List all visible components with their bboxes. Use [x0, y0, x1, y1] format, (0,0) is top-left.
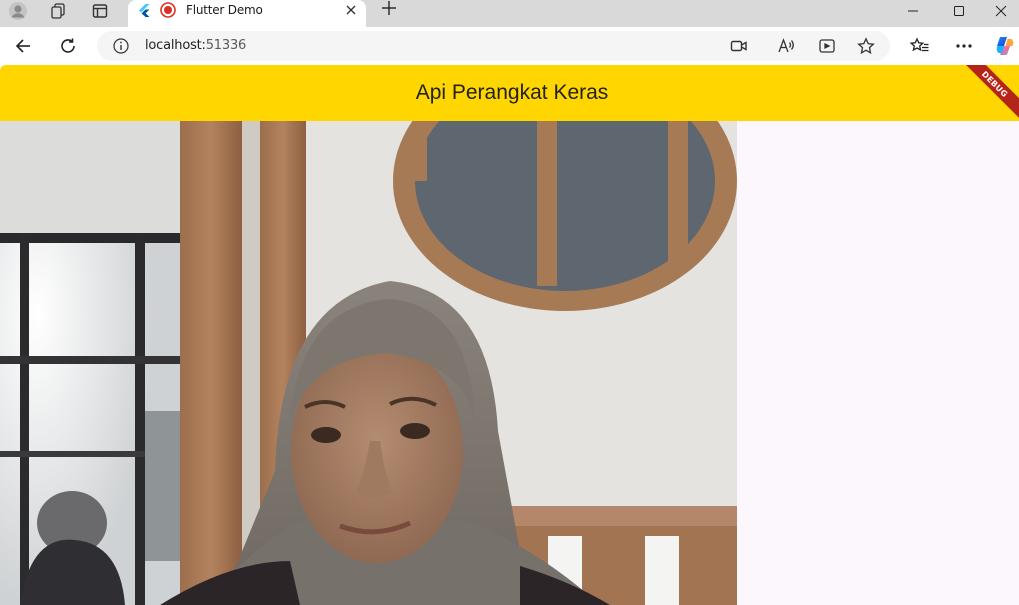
minimize-icon[interactable]	[890, 0, 936, 22]
more-icon[interactable]	[949, 33, 979, 59]
recording-icon	[160, 2, 176, 23]
camera-frame	[0, 121, 737, 605]
star-icon[interactable]	[857, 37, 875, 60]
copilot-icon[interactable]	[990, 33, 1019, 59]
close-icon[interactable]	[342, 1, 360, 19]
info-icon[interactable]	[113, 38, 129, 59]
workspaces-icon[interactable]	[40, 0, 76, 22]
refresh-icon[interactable]	[53, 33, 83, 59]
tab-title: Flutter Demo	[186, 3, 263, 17]
window-close-icon[interactable]	[982, 0, 1019, 22]
maximize-icon[interactable]	[936, 0, 982, 22]
address-bar[interactable]: localhost:51336	[97, 31, 890, 61]
camera-preview	[0, 121, 737, 605]
app-title: Api Perangkat Keras	[415, 81, 609, 104]
vertical-tabs-icon[interactable]	[82, 0, 118, 22]
app-bar: Api Perangkat Keras	[0, 65, 1019, 121]
profile-icon[interactable]	[0, 0, 36, 22]
empty-content-area	[737, 121, 1019, 605]
read-aloud-icon[interactable]	[777, 37, 795, 60]
flutter-favicon	[137, 3, 151, 22]
back-icon[interactable]	[8, 33, 38, 59]
flutter-app: Api Perangkat Keras DEBUG	[0, 65, 1019, 605]
url-port: 51336	[205, 38, 247, 53]
plus-icon[interactable]	[376, 0, 402, 22]
camera-icon[interactable]	[730, 38, 748, 59]
tab-flutter-demo[interactable]: Flutter Demo	[128, 0, 366, 27]
app-available-icon[interactable]	[818, 37, 836, 60]
tab-strip: Flutter Demo	[0, 0, 1019, 27]
url-text[interactable]: localhost:51336	[145, 38, 246, 53]
favorites-icon[interactable]	[905, 33, 935, 59]
browser-toolbar: localhost:51336	[0, 27, 1019, 65]
url-host: localhost:	[145, 38, 206, 53]
